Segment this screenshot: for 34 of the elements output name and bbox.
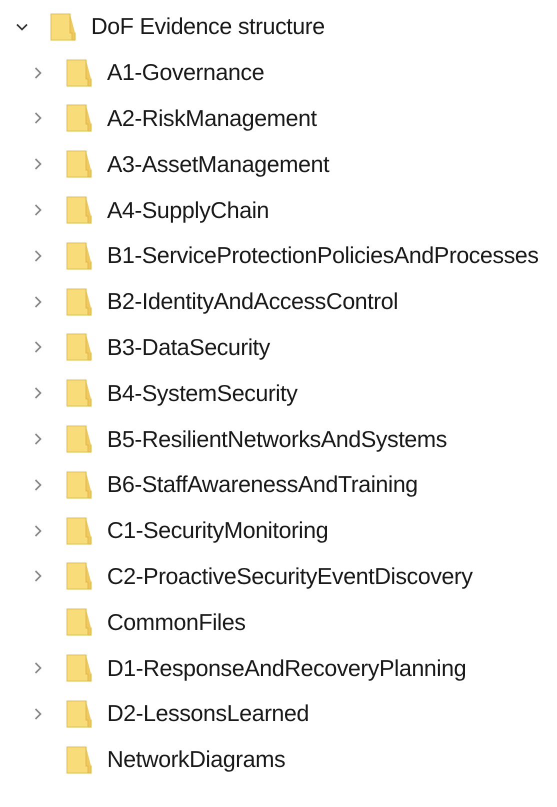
folder-name[interactable]: CommonFiles (107, 608, 246, 636)
folder-icon (66, 196, 92, 224)
folder-name[interactable]: A2-RiskManagement (107, 104, 317, 132)
folder-icon (66, 288, 92, 316)
folder-icon (66, 58, 92, 87)
folder-name[interactable]: D1-ResponseAndRecoveryPlanning (107, 654, 466, 682)
folder-name[interactable]: B1-ServiceProtectionPoliciesAndProcesses (107, 242, 539, 270)
folder-name[interactable]: NetworkDiagrams (107, 746, 286, 774)
folder-name[interactable]: C1-SecurityMonitoring (107, 517, 328, 544)
folder-icon (66, 242, 92, 270)
folder-name[interactable]: B3-DataSecurity (107, 334, 270, 361)
folder-name[interactable]: B4-SystemSecurity (107, 380, 298, 407)
folder-icon (66, 333, 92, 362)
folder-icon (66, 700, 92, 728)
folder-icon (66, 425, 92, 454)
folder-name[interactable]: DoF Evidence structure (91, 13, 325, 40)
folder-name[interactable]: B5-ResilientNetworksAndSystems (107, 426, 447, 453)
folder-name[interactable]: A1-Governance (107, 59, 264, 86)
folder-icon (66, 562, 92, 590)
folder-icon (66, 746, 92, 774)
folder-name[interactable]: A4-SupplyChain (107, 196, 270, 224)
folder-name[interactable]: D2-LessonsLearned (107, 700, 310, 728)
folder-name[interactable]: A3-AssetManagement (107, 150, 330, 178)
folder-icon (50, 12, 76, 41)
folder-icon (66, 608, 92, 636)
folder-icon (66, 104, 92, 132)
folder-icon (66, 516, 92, 545)
folder-name[interactable]: B2-IdentityAndAccessControl (107, 288, 398, 316)
folder-icon (66, 654, 92, 682)
folder-name[interactable]: B6-StaffAwarenessAndTraining (107, 471, 418, 498)
folder-icon (66, 150, 92, 178)
folder-icon (66, 470, 92, 499)
folder-icon (66, 379, 92, 408)
folder-name[interactable]: C2-ProactiveSecurityEventDiscovery (107, 562, 473, 590)
